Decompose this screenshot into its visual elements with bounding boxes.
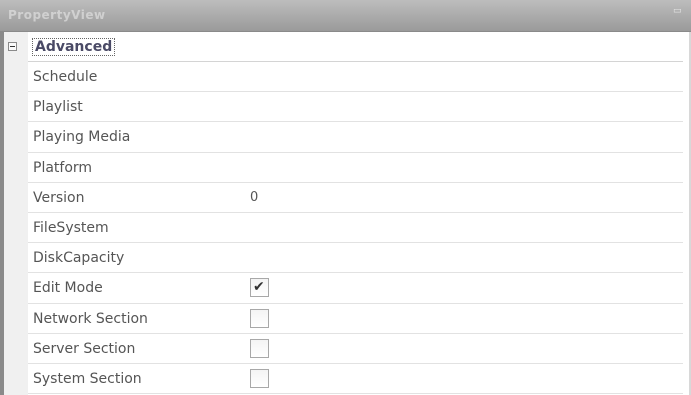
property-row-diskcapacity[interactable]: DiskCapacity [28,243,683,274]
property-name: Playlist [33,99,83,116]
property-name: Platform [33,159,93,176]
version-value[interactable]: 0 [250,190,258,206]
title-bar-pin-icon[interactable]: ▭ [673,7,683,16]
property-row-system-section[interactable]: System Section [28,364,683,395]
property-name: FileSystem [33,219,109,236]
property-row-playing-media[interactable]: Playing Media [28,122,683,153]
system-section-checkbox[interactable] [250,368,269,388]
grid-gutter [4,32,28,395]
property-row-playlist[interactable]: Playlist [28,92,683,123]
property-row-schedule[interactable]: Schedule [28,62,683,93]
collapse-icon[interactable] [8,42,17,51]
property-row-platform[interactable]: Platform [28,153,683,183]
category-row-advanced[interactable]: Advanced [8,32,683,62]
window-title: PropertyView [8,8,106,22]
network-section-checkbox[interactable] [250,308,269,328]
property-name: Playing Media [33,129,131,146]
category-label: Advanced [32,38,116,56]
server-section-checkbox[interactable] [250,338,269,358]
property-row-server-section[interactable]: Server Section [28,334,683,364]
property-name: Version [33,189,85,206]
property-grid-window: PropertyView ▭ Advanced Schedule Playlis… [0,0,691,395]
property-name: Edit Mode [33,280,103,297]
edit-mode-checkbox[interactable]: ✔ [250,278,269,298]
property-name: Server Section [33,340,136,357]
property-row-version[interactable]: Version 0 [28,183,683,213]
property-name: Schedule [33,69,98,85]
property-name: DiskCapacity [33,250,125,267]
property-grid: Advanced Schedule Playlist Playing Media… [8,32,683,395]
property-name: System Section [33,370,142,387]
property-row-edit-mode[interactable]: Edit Mode ✔ [28,273,683,304]
title-bar: PropertyView ▭ [0,0,691,32]
property-row-filesystem[interactable]: FileSystem [28,213,683,244]
property-name: Network Section [33,310,148,327]
checkmark-icon: ✔ [253,279,265,296]
property-row-network-section[interactable]: Network Section [28,304,683,334]
